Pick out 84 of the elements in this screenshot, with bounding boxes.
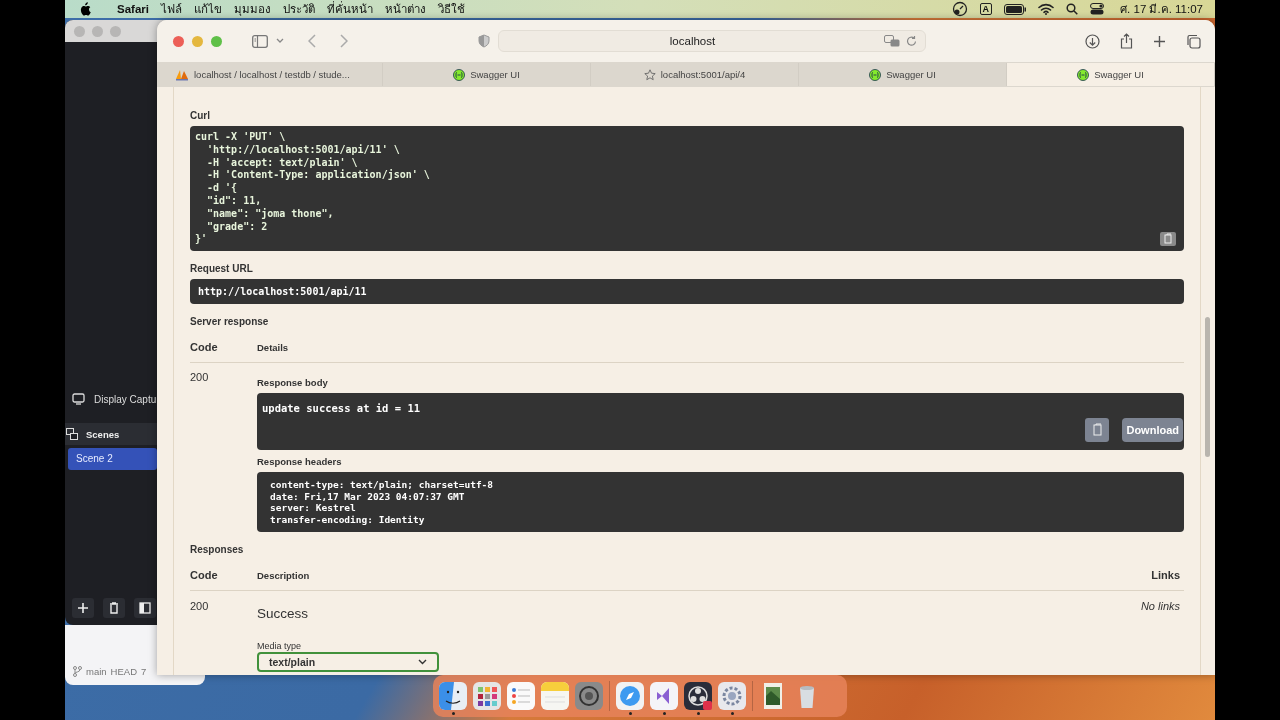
response-body: update success at id = 11 Download bbox=[257, 393, 1184, 451]
input-source-indicator[interactable]: A bbox=[979, 3, 993, 15]
add-icon[interactable] bbox=[72, 598, 94, 618]
column-header: Code bbox=[190, 341, 219, 354]
section-label: Responses bbox=[190, 544, 245, 556]
sail-logo-icon bbox=[175, 68, 189, 81]
share-icon[interactable] bbox=[1120, 33, 1133, 49]
reload-icon[interactable] bbox=[906, 35, 917, 47]
column-header: Links bbox=[1151, 569, 1180, 582]
code-editor-icon[interactable] bbox=[650, 681, 678, 710]
commit-count: 7 bbox=[141, 666, 147, 677]
curl-command: curl -X 'PUT' \ 'http://localhost:5001/api/11' \ -H 'accept: text/plain' \ -H 'Content-Type: application/json' \ -d '{ "id": 11, "name": "joma thone", "grade": 2 }' bbox=[190, 126, 1184, 252]
section-label: Server response bbox=[190, 316, 270, 328]
menu-item[interactable]: มุมมอง bbox=[233, 0, 271, 18]
menu-item[interactable]: หน้าต่าง bbox=[384, 0, 426, 18]
tabs-overview-icon[interactable] bbox=[1186, 33, 1201, 49]
apple-logo-icon[interactable] bbox=[79, 2, 91, 16]
copy-icon[interactable] bbox=[1085, 418, 1110, 443]
shield-icon[interactable] bbox=[478, 34, 490, 48]
menu-bar-clock[interactable]: ศ. 17 มี.ค. 11:07 bbox=[1120, 0, 1203, 18]
section-label: Curl bbox=[190, 110, 211, 121]
new-tab-icon[interactable] bbox=[1153, 34, 1166, 48]
chevron-down-icon bbox=[418, 659, 427, 666]
chevron-down-icon[interactable] bbox=[276, 38, 284, 44]
scene-item[interactable]: Scene 2 bbox=[68, 448, 157, 470]
recorder-icon[interactable] bbox=[684, 681, 712, 710]
sidebar-icon[interactable] bbox=[252, 34, 268, 48]
section-label: Response headers bbox=[257, 456, 343, 468]
branch-name: main bbox=[86, 666, 107, 677]
search-icon[interactable] bbox=[1066, 3, 1079, 15]
settings-icon[interactable] bbox=[575, 681, 603, 710]
source-label[interactable]: Display Captu bbox=[94, 393, 157, 405]
status-icon[interactable] bbox=[951, 1, 968, 17]
swagger-icon bbox=[453, 68, 466, 81]
media-type-select[interactable]: text/plain bbox=[257, 652, 439, 673]
panel-title: Scenes bbox=[86, 428, 120, 440]
menu-item[interactable]: แก้ไข bbox=[193, 0, 222, 18]
copy-icon[interactable] bbox=[1160, 232, 1176, 247]
branch-icon bbox=[73, 666, 82, 677]
trash-icon[interactable] bbox=[103, 598, 125, 618]
section-label: Response body bbox=[257, 377, 329, 389]
browser-tab[interactable]: localhost:5001/api/4 bbox=[591, 63, 799, 86]
response-description: Success bbox=[257, 606, 310, 622]
wifi-icon[interactable] bbox=[1038, 3, 1055, 15]
gear-icon[interactable] bbox=[718, 681, 746, 710]
menu-item[interactable]: ที่คั่นหน้า bbox=[326, 0, 373, 18]
download-icon[interactable] bbox=[1085, 33, 1100, 49]
response-headers: content-type: text/plain; charset=utf-8 date: Fri,17 Mar 2023 04:07:37 GMT server: Kestrel transfer-encoding: Identity bbox=[257, 472, 1184, 533]
section-label: Request URL bbox=[190, 263, 254, 275]
menu-item[interactable]: ไฟล์ bbox=[160, 0, 182, 18]
column-header: Code bbox=[190, 569, 219, 582]
battery-icon[interactable] bbox=[1004, 3, 1027, 15]
window-close-button[interactable] bbox=[173, 35, 184, 47]
swagger-icon bbox=[1077, 68, 1090, 81]
column-header: Description bbox=[257, 569, 311, 581]
browser-tab[interactable]: localhost / localhost / testdb / stude... bbox=[157, 63, 383, 86]
browser-tab[interactable]: Swagger UI bbox=[1007, 63, 1215, 86]
status-code: 200 bbox=[190, 600, 210, 615]
monitor-icon bbox=[72, 393, 85, 405]
request-url: http://localhost:5001/api/11 bbox=[190, 279, 1184, 305]
control-center-icon[interactable] bbox=[1090, 3, 1105, 15]
star-icon bbox=[643, 68, 656, 81]
app-grid-icon[interactable] bbox=[473, 681, 501, 710]
compass-icon[interactable] bbox=[616, 681, 644, 710]
menu-item[interactable]: วิธีใช้ bbox=[437, 0, 465, 18]
scrollbar-thumb[interactable] bbox=[1205, 317, 1210, 457]
menu-item[interactable]: Safari bbox=[117, 3, 149, 15]
status-code: 200 bbox=[190, 371, 210, 386]
list-icon[interactable] bbox=[507, 681, 535, 710]
menu-item[interactable]: ประวัติ bbox=[282, 0, 315, 18]
links-cell-text: No links bbox=[1140, 600, 1180, 615]
download-button[interactable]: Download bbox=[1122, 418, 1183, 443]
translate-icon[interactable] bbox=[884, 35, 900, 47]
scenes-icon bbox=[66, 428, 78, 440]
column-header: Details bbox=[257, 341, 289, 353]
notepad-icon[interactable] bbox=[541, 681, 569, 710]
finder-face-icon[interactable] bbox=[439, 681, 467, 710]
browser-tab[interactable]: Swagger UI bbox=[383, 63, 591, 86]
browser-tab[interactable]: Swagger UI bbox=[799, 63, 1007, 86]
field-label: Media type bbox=[257, 641, 303, 652]
head-label: HEAD bbox=[110, 666, 137, 677]
panel-icon[interactable] bbox=[134, 598, 156, 618]
swagger-icon bbox=[869, 68, 882, 81]
address-bar[interactable]: localhost bbox=[498, 30, 926, 52]
